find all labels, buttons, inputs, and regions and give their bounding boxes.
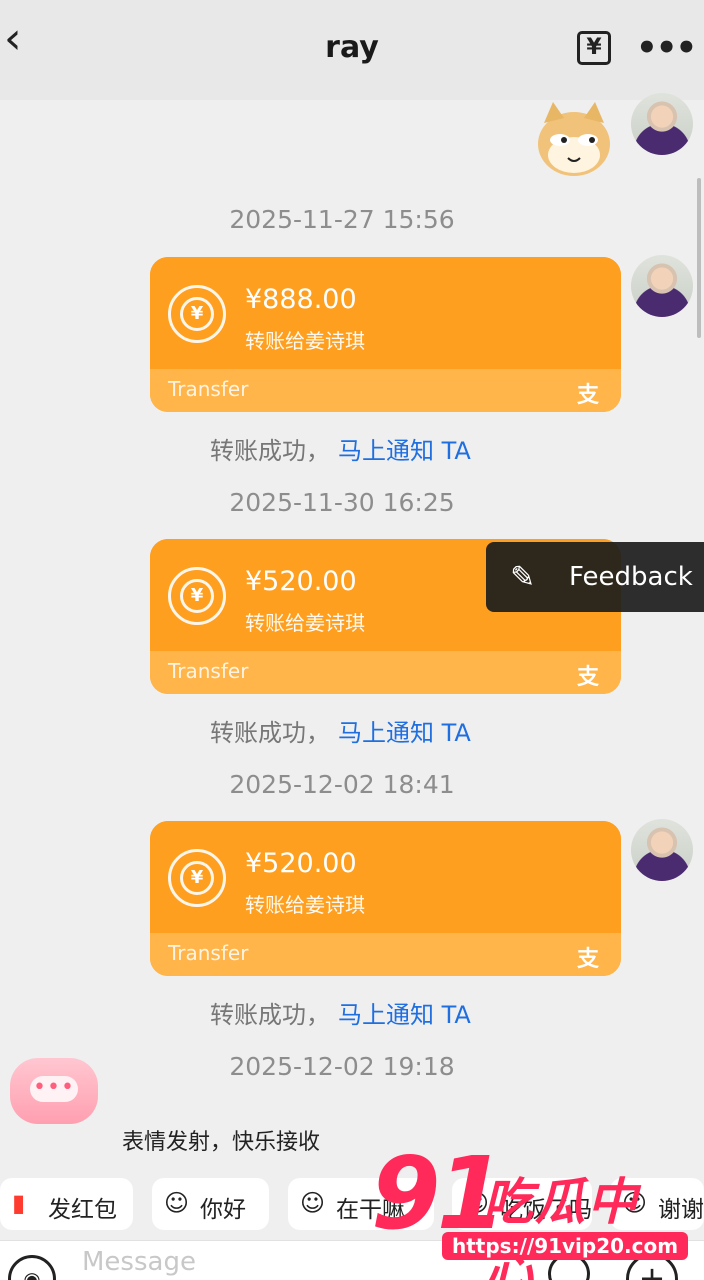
transfer-amount: ¥520.00 bbox=[245, 848, 357, 879]
transfer-label: Transfer bbox=[168, 659, 249, 683]
watermark-logo: 91 吃瓜中心 https://91vip20.com bbox=[371, 1144, 689, 1280]
transfer-label: Transfer bbox=[168, 941, 249, 965]
transfer-card-body: ¥ ¥888.00 转账给姜诗琪 bbox=[150, 257, 621, 369]
transfer-label: Transfer bbox=[168, 377, 249, 401]
status-text: 转账成功， bbox=[210, 719, 330, 747]
watermark-url: https://91vip20.com bbox=[442, 1232, 689, 1260]
avatar[interactable] bbox=[631, 255, 693, 317]
voice-icon[interactable]: ◉ bbox=[8, 1255, 56, 1280]
feedback-button[interactable]: ✎ Feedback bbox=[486, 542, 704, 612]
promo-text: 表情发射，快乐接收 bbox=[122, 1130, 321, 1155]
transfer-card[interactable]: ¥ ¥520.00 转账给姜诗琪 Transfer 支 bbox=[150, 821, 621, 976]
transfer-amount: ¥888.00 bbox=[245, 284, 357, 315]
quick-reply-chip[interactable]: ☺ 你好 bbox=[152, 1178, 269, 1230]
transfer-recipient: 转账给姜诗琪 bbox=[245, 329, 365, 353]
transfer-icon[interactable]: ¥ bbox=[577, 31, 611, 65]
transfer-status: 转账成功， 马上通知 TA bbox=[210, 713, 471, 748]
status-text: 转账成功， bbox=[210, 437, 330, 465]
message-timestamp: 2025-11-27 15:56 bbox=[229, 205, 455, 234]
transfer-card-body: ¥ ¥520.00 转账给姜诗琪 bbox=[150, 821, 621, 933]
notify-link[interactable]: 马上通知 TA bbox=[338, 719, 471, 747]
message-input[interactable]: Message bbox=[82, 1247, 196, 1277]
chip-label: 你好 bbox=[200, 1197, 246, 1223]
yen-coin-icon: ¥ bbox=[168, 285, 226, 343]
notify-link[interactable]: 马上通知 TA bbox=[338, 1001, 471, 1029]
avatar[interactable] bbox=[631, 93, 693, 155]
top-bar: ‹ ray ¥ ••• bbox=[0, 0, 704, 100]
scrollbar[interactable] bbox=[697, 178, 701, 338]
message-timestamp: 2025-11-30 16:25 bbox=[229, 488, 455, 517]
transfer-card-footer: Transfer 支 bbox=[150, 369, 621, 412]
emoji-icon: ☺ bbox=[300, 1189, 326, 1217]
yen-coin-icon: ¥ bbox=[168, 849, 226, 907]
message-timestamp: 2025-12-02 18:41 bbox=[229, 770, 455, 799]
transfer-card[interactable]: ¥ ¥888.00 转账给姜诗琪 Transfer 支 bbox=[150, 257, 621, 412]
alipay-icon: 支 bbox=[576, 383, 599, 408]
chip-label: 发红包 bbox=[48, 1197, 117, 1223]
transfer-recipient: 转账给姜诗琪 bbox=[245, 611, 365, 635]
notify-link[interactable]: 马上通知 TA bbox=[338, 437, 471, 465]
transfer-status: 转账成功， 马上通知 TA bbox=[210, 431, 471, 466]
yen-coin-icon: ¥ bbox=[168, 567, 226, 625]
red-packet-icon: ▮ bbox=[12, 1189, 26, 1217]
transfer-card-footer: Transfer 支 bbox=[150, 933, 621, 976]
pencil-icon: ✎ bbox=[510, 560, 536, 595]
status-text: 转账成功， bbox=[210, 1001, 330, 1029]
transfer-status: 转账成功， 马上通知 TA bbox=[210, 995, 471, 1030]
message-timestamp: 2025-12-02 19:18 bbox=[229, 1052, 455, 1081]
typing-dots-icon: ••• bbox=[30, 1076, 78, 1102]
quick-reply-chip[interactable]: ▮ 发红包 bbox=[0, 1178, 133, 1230]
more-options-icon[interactable]: ••• bbox=[636, 28, 697, 68]
alipay-icon: 支 bbox=[576, 665, 599, 690]
avatar[interactable] bbox=[631, 819, 693, 881]
alipay-icon: 支 bbox=[576, 947, 599, 972]
greeting-emoji-icon: ☺ bbox=[164, 1189, 190, 1217]
emoji-bubble-icon[interactable]: ••• bbox=[10, 1058, 98, 1124]
doge-sticker-icon[interactable] bbox=[535, 100, 613, 180]
watermark-text: 吃瓜中心 bbox=[483, 1173, 639, 1280]
transfer-amount: ¥520.00 bbox=[245, 566, 357, 597]
transfer-card-footer: Transfer 支 bbox=[150, 651, 621, 694]
transfer-recipient: 转账给姜诗琪 bbox=[245, 893, 365, 917]
feedback-label: Feedback bbox=[569, 562, 693, 592]
